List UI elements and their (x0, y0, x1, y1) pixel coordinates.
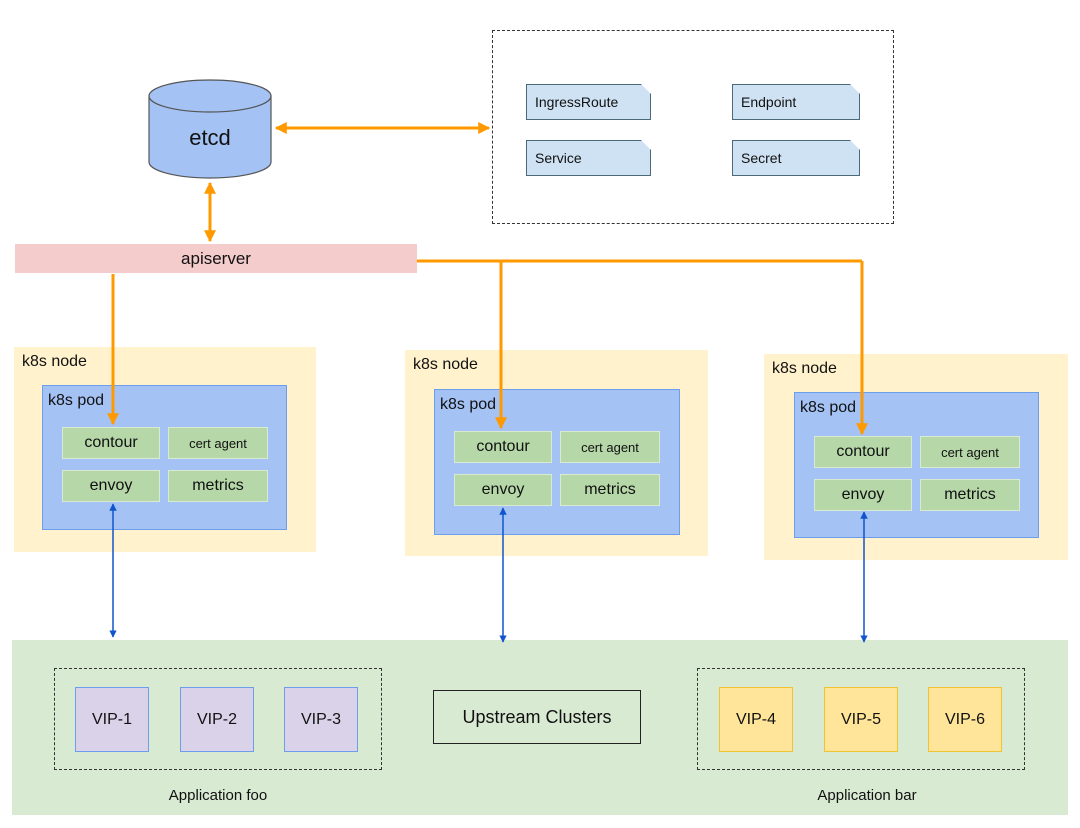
connector-arrows (107, 122, 868, 643)
